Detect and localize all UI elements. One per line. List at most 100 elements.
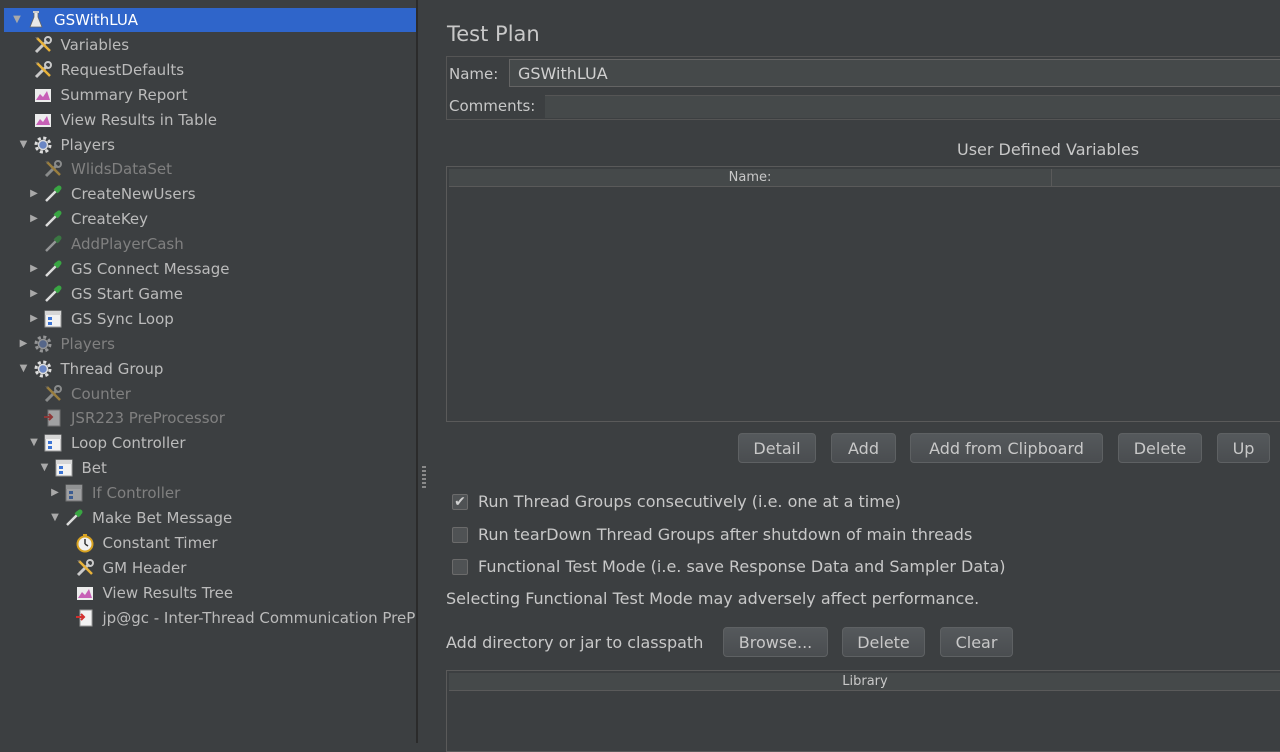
tree-node[interactable]: RequestDefaults	[0, 58, 416, 82]
tree-node-label: GM Header	[102, 558, 187, 577]
tree-node-label: jp@gc - Inter-Thread Communication PrePr…	[102, 608, 417, 627]
test-plan-icon	[26, 10, 46, 30]
tree-node-label: Thread Group	[60, 359, 164, 378]
add-from-clipboard-button[interactable]: Add from Clipboard	[910, 433, 1103, 463]
preprocessor-icon	[43, 408, 63, 428]
name-field[interactable]: GSWithLUA	[509, 59, 1280, 87]
splitter-handle[interactable]	[417, 0, 433, 743]
controller-icon	[43, 309, 63, 329]
expand-arrow-icon[interactable]: ▶	[29, 282, 39, 306]
functional-mode-checkbox[interactable]	[452, 559, 468, 575]
tree-node[interactable]: jp@gc - Inter-Thread Communication PrePr…	[0, 606, 416, 630]
tree-node-label: Counter	[71, 384, 131, 403]
tree-node-label: Loop Controller	[71, 434, 186, 453]
wrench-icon	[33, 35, 53, 55]
detail-button[interactable]: Detail	[738, 433, 816, 463]
pipette-icon	[43, 259, 63, 279]
tree-node-label: Make Bet Message	[92, 509, 233, 527]
tree-node[interactable]: WlidsDataSet	[0, 157, 416, 181]
udv-table[interactable]: Name:	[446, 166, 1280, 422]
comments-label: Comments:	[449, 97, 536, 115]
tree-node[interactable]: AddPlayerCash	[0, 232, 416, 256]
timer-icon	[75, 533, 95, 553]
tree-node[interactable]: ▼ Loop Controller	[0, 431, 416, 455]
controller-icon	[54, 458, 74, 478]
tree-node-label: View Results in Table	[60, 110, 218, 129]
tree-node[interactable]: Counter	[0, 382, 416, 406]
expand-arrow-icon[interactable]: ▶	[19, 332, 29, 356]
add-button[interactable]: Add	[831, 433, 896, 463]
name-label: Name:	[449, 65, 499, 83]
tree-node[interactable]: ▼ Bet	[0, 456, 416, 480]
up-button[interactable]: Up	[1217, 433, 1270, 463]
report-icon	[33, 85, 53, 105]
comments-field[interactable]	[545, 95, 1280, 118]
page-title: Test Plan	[447, 22, 540, 46]
tree-node-label: CreateKey	[71, 210, 149, 229]
tree-node-label: Bet	[81, 459, 107, 478]
tree-node[interactable]: ▶ GS Connect Message	[0, 257, 416, 281]
tree-node-label: WlidsDataSet	[71, 160, 172, 179]
tree-node[interactable]: View Results in Table	[0, 108, 416, 132]
library-table[interactable]: Library	[446, 670, 1280, 752]
clear-button[interactable]: Clear	[940, 627, 1013, 657]
delete-classpath-button[interactable]: Delete	[842, 627, 925, 657]
tree-node-label: Players	[60, 135, 116, 154]
tree-node[interactable]: ▼ Make Bet Message	[0, 506, 416, 530]
run-teardown-label: Run tearDown Thread Groups after shutdow…	[478, 525, 973, 544]
expand-arrow-icon[interactable]: ▶	[50, 481, 60, 505]
collapse-arrow-icon[interactable]: ▼	[29, 431, 39, 455]
tree-node[interactable]: ▶ If Controller	[0, 481, 416, 505]
tree-node[interactable]: View Results Tree	[0, 581, 416, 605]
delete-variable-button[interactable]: Delete	[1118, 433, 1202, 463]
tree-node[interactable]: ▶ GS Sync Loop	[0, 307, 416, 331]
tree-node[interactable]: JSR223 PreProcessor	[0, 406, 416, 430]
tree-node-label: GSWithLUA	[52, 8, 141, 32]
tree-node[interactable]: ▶ Players	[0, 332, 416, 356]
expand-arrow-icon[interactable]: ▶	[29, 207, 39, 231]
tree-node-label: Constant Timer	[102, 533, 218, 552]
expand-arrow-icon[interactable]: ▶	[29, 307, 39, 331]
expand-arrow-icon[interactable]: ▶	[29, 182, 39, 206]
functional-mode-label: Functional Test Mode (i.e. save Response…	[478, 557, 1006, 576]
run-consecutively-label: Run Thread Groups consecutively (i.e. on…	[478, 492, 901, 511]
tree-node-label: Players	[60, 334, 116, 353]
collapse-arrow-icon[interactable]: ▼	[50, 506, 60, 530]
expand-arrow-icon[interactable]: ▶	[29, 257, 39, 281]
run-teardown-checkbox[interactable]	[452, 527, 468, 543]
pipette-icon	[43, 284, 63, 304]
udv-column-name[interactable]: Name:	[449, 169, 1052, 186]
tree-node[interactable]: ▼ Players	[0, 133, 416, 157]
collapse-arrow-icon[interactable]: ▼	[12, 8, 22, 32]
run-consecutively-checkbox[interactable]: ✔	[452, 494, 468, 510]
library-column-header[interactable]: Library	[449, 673, 1280, 691]
collapse-arrow-icon[interactable]: ▼	[19, 133, 29, 157]
wrench-icon	[43, 384, 63, 404]
udv-table-header: Name:	[449, 169, 1280, 187]
gear-icon	[33, 135, 53, 155]
test-plan-tree[interactable]: ▼ GSWithLUA Variables RequestDefaults Summar…	[0, 0, 417, 743]
collapse-arrow-icon[interactable]: ▼	[19, 357, 29, 381]
tree-node[interactable]: ▶ GS Start Game	[0, 282, 416, 306]
tree-node-label: View Results Tree	[102, 583, 234, 602]
tree-node[interactable]: Summary Report	[0, 83, 416, 107]
tree-node[interactable]: ▶ CreateKey	[0, 207, 416, 231]
wrench-icon	[43, 159, 63, 179]
tree-node[interactable]: ▶ CreateNewUsers	[0, 182, 416, 206]
tree-node[interactable]: Variables	[0, 33, 416, 57]
preprocessor-icon	[75, 608, 95, 628]
pipette-icon	[43, 209, 63, 229]
functional-mode-warning: Selecting Functional Test Mode may adver…	[446, 589, 980, 608]
tree-node[interactable]: ▼ Thread Group	[0, 357, 416, 381]
tree-node[interactable]: GM Header	[0, 556, 416, 580]
controller-icon	[64, 483, 84, 503]
tree-node-label: AddPlayerCash	[71, 235, 184, 254]
tree-node[interactable]: ▼ GSWithLUA	[4, 8, 416, 32]
collapse-arrow-icon[interactable]: ▼	[40, 456, 50, 480]
tree-node-label: RequestDefaults	[60, 60, 185, 79]
tree-node-label: GS Sync Loop	[71, 309, 174, 328]
tree-node[interactable]: Constant Timer	[0, 531, 416, 555]
tree-node-label: Variables	[60, 35, 130, 54]
splitter-grip-icon	[422, 466, 426, 488]
browse-button[interactable]: Browse...	[723, 627, 828, 657]
